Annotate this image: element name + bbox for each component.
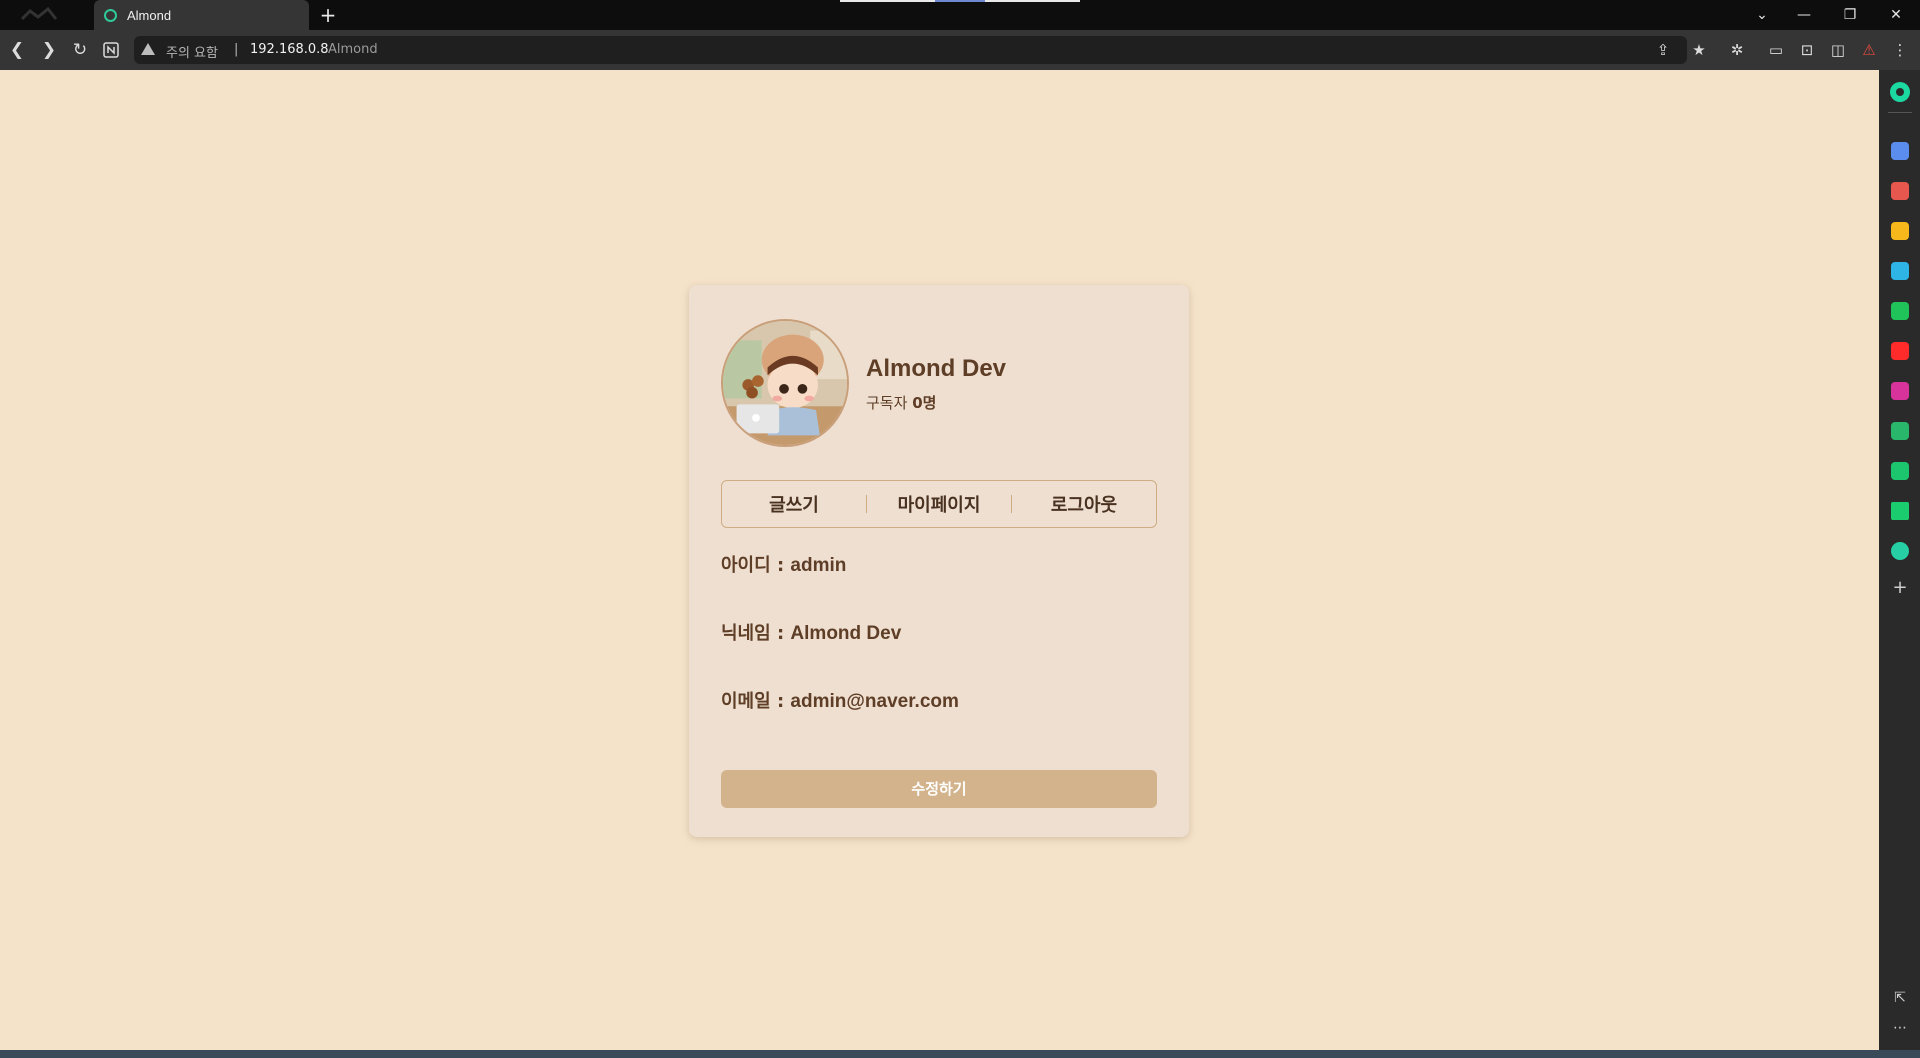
id-value: admin xyxy=(790,555,847,576)
active-tab[interactable]: Almond xyxy=(94,0,309,30)
email-field: 이메일 : admin@naver.com xyxy=(721,687,959,713)
browser-sidebar: + ⇱ ⋯ xyxy=(1879,70,1920,1050)
pocket-app-icon[interactable] xyxy=(1891,182,1909,200)
window-drag-strip xyxy=(840,0,1080,2)
restore-icon[interactable]: ❐ xyxy=(1840,5,1860,25)
url-host: 192.168.0.8 xyxy=(250,42,329,57)
avatar xyxy=(721,319,849,447)
music-app-icon[interactable] xyxy=(1891,542,1909,560)
logout-button[interactable]: 로그아웃 xyxy=(1012,491,1156,517)
profile-name: Almond Dev xyxy=(866,355,1007,382)
naver-home-icon[interactable] xyxy=(100,39,122,61)
profile-menu: 글쓰기 마이페이지 로그아웃 xyxy=(721,480,1157,528)
new-tab-button[interactable]: + xyxy=(318,4,338,26)
tab-title: Almond xyxy=(127,7,172,23)
url-separator: | xyxy=(234,42,239,57)
capture-icon[interactable]: ⊡ xyxy=(1797,40,1817,60)
nickname-value: Almond Dev xyxy=(790,623,902,644)
favorites-app-icon[interactable] xyxy=(1891,222,1909,240)
play-app-icon[interactable] xyxy=(1891,502,1909,520)
tab-search-icon[interactable]: ⌄ xyxy=(1752,5,1772,25)
webtoon-app-icon[interactable] xyxy=(1891,302,1909,320)
subscriber-label: 구독자 xyxy=(866,394,908,412)
profile-card: Almond Dev 구독자 0명 글쓰기 마이페이지 로그아웃 아이디 : a… xyxy=(689,285,1189,837)
extensions-icon[interactable]: ✲ xyxy=(1727,40,1747,60)
address-bar-row: ❮ ❯ ↻ 주의 요함 | 192.168.0.8 Almond ⇪ ★ ✲ ▭… xyxy=(0,30,1920,70)
instagram-app-icon[interactable] xyxy=(1891,382,1909,400)
papago-app-icon[interactable] xyxy=(1891,262,1909,280)
share-icon[interactable]: ⇪ xyxy=(1653,40,1673,60)
email-label: 이메일 : xyxy=(721,691,791,712)
forward-icon[interactable]: ❯ xyxy=(38,39,60,61)
sidebar-home-icon[interactable] xyxy=(1890,82,1910,102)
security-status[interactable]: 주의 요함 xyxy=(166,42,218,61)
video-icon[interactable]: ▭ xyxy=(1766,40,1786,60)
warning-icon[interactable] xyxy=(141,43,155,55)
write-button[interactable]: 글쓰기 xyxy=(722,491,866,517)
mail-app-icon[interactable] xyxy=(1891,142,1909,160)
background-tab-icon[interactable] xyxy=(18,6,72,23)
nickname-field: 닉네임 : Almond Dev xyxy=(721,619,901,645)
reload-icon[interactable]: ↻ xyxy=(69,39,91,61)
sidebar-divider xyxy=(1888,112,1912,113)
youtube-app-icon[interactable] xyxy=(1891,342,1909,360)
bookmark-star-icon[interactable]: ★ xyxy=(1689,40,1709,60)
subscriber-number: 0명 xyxy=(912,394,937,412)
more-menu-icon[interactable]: ⋮ xyxy=(1890,40,1910,60)
edit-profile-button[interactable]: 수정하기 xyxy=(721,770,1157,808)
open-external-icon[interactable]: ⇱ xyxy=(1890,988,1910,1008)
avatar-illustration-icon xyxy=(723,321,847,445)
url-input[interactable]: 주의 요함 | 192.168.0.8 Almond xyxy=(134,36,1687,64)
add-app-icon[interactable]: + xyxy=(1890,578,1910,598)
tab-bar: Almond + ⌄ — ❐ ✕ xyxy=(0,0,1920,30)
split-view-icon[interactable]: ◫ xyxy=(1828,40,1848,60)
almond-favicon-icon xyxy=(104,8,117,22)
calendar-app-icon[interactable] xyxy=(1891,462,1909,480)
email-value: admin@naver.com xyxy=(790,691,959,712)
os-taskbar xyxy=(0,1050,1920,1058)
page-content: Almond Dev 구독자 0명 글쓰기 마이페이지 로그아웃 아이디 : a… xyxy=(0,70,1879,1050)
subscriber-count: 구독자 0명 xyxy=(866,392,936,413)
minimize-icon[interactable]: — xyxy=(1794,5,1814,25)
sidebar-more-icon[interactable]: ⋯ xyxy=(1890,1018,1910,1038)
close-icon[interactable]: ✕ xyxy=(1886,5,1906,25)
id-field: 아이디 : admin xyxy=(721,551,846,577)
back-icon[interactable]: ❮ xyxy=(6,39,28,61)
url-page-title: Almond xyxy=(328,42,378,57)
alert-icon[interactable]: ⚠ xyxy=(1859,40,1879,60)
id-label: 아이디 : xyxy=(721,555,791,576)
finance-app-icon[interactable] xyxy=(1891,422,1909,440)
nickname-label: 닉네임 : xyxy=(721,623,791,644)
mypage-button[interactable]: 마이페이지 xyxy=(867,491,1011,517)
